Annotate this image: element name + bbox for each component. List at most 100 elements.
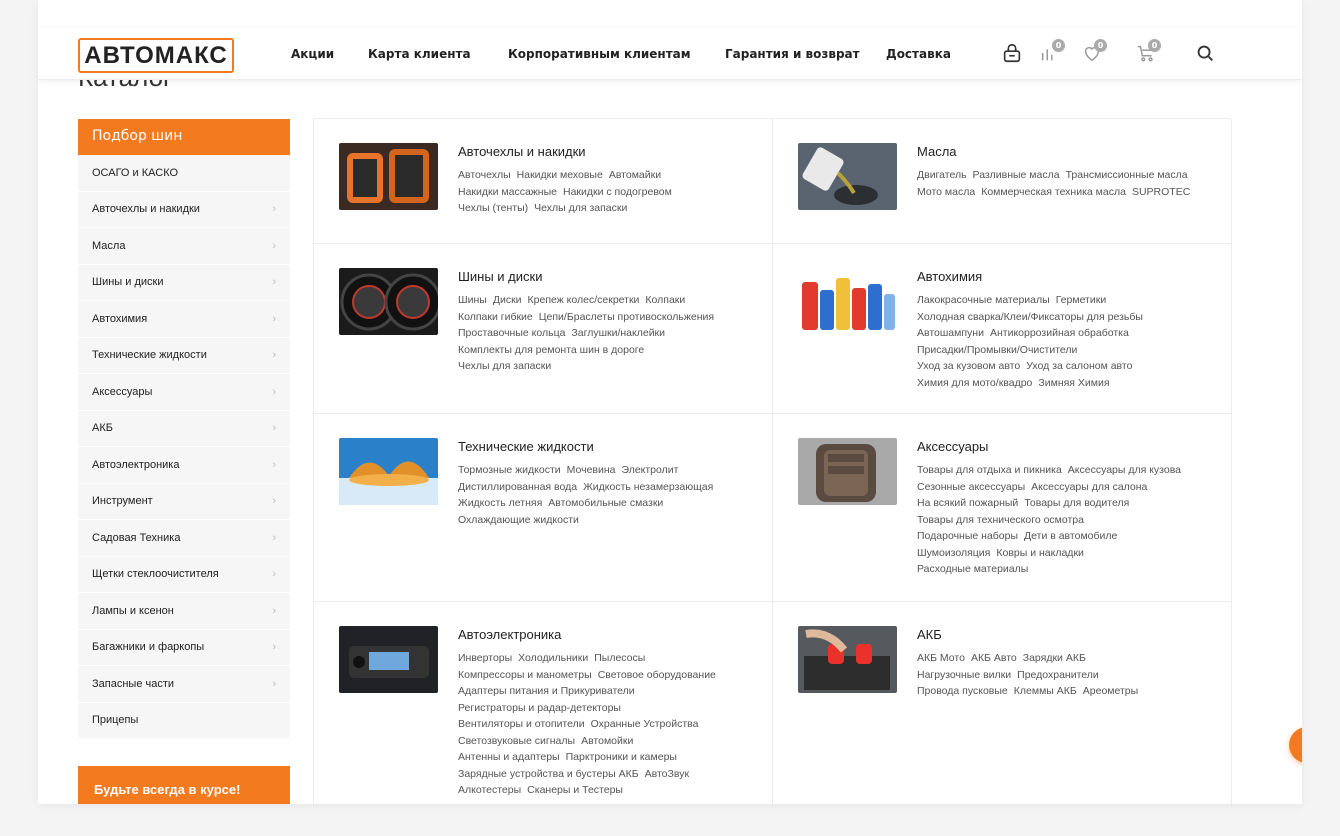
- subcategory-link[interactable]: Холодная сварка/Клеи/Фиксаторы для резьб…: [917, 311, 1143, 323]
- subcategory-link[interactable]: Зарядные устройства и бустеры АКБ: [458, 768, 639, 780]
- subcategory-link[interactable]: Герметики: [1056, 294, 1107, 306]
- sidebar-item[interactable]: Лампы и ксенон ›: [78, 593, 290, 630]
- subcategory-link[interactable]: Предохранители: [1017, 669, 1099, 681]
- search-icon[interactable]: [1194, 42, 1220, 68]
- subcategory-link[interactable]: SUPROTEC: [1132, 186, 1190, 198]
- sidebar-item[interactable]: Аксессуары ›: [78, 374, 290, 411]
- subcategory-link[interactable]: Нагрузочные вилки: [917, 669, 1011, 681]
- logo[interactable]: АВТОМАКС: [78, 38, 234, 73]
- subcategory-link[interactable]: Антенны и адаптеры: [458, 751, 560, 763]
- nav-warranty[interactable]: Гарантия и возврат: [725, 47, 860, 61]
- subcategory-link[interactable]: Чехлы для запаски: [534, 202, 627, 214]
- nav-client-card[interactable]: Карта клиента: [368, 47, 471, 61]
- sidebar-item[interactable]: Технические жидкости ›: [78, 338, 290, 374]
- subcategory-link[interactable]: Комплекты для ремонта шин в дороге: [458, 344, 644, 356]
- subcategory-link[interactable]: Чехлы для запаски: [458, 360, 551, 372]
- subcategory-link[interactable]: Тормозные жидкости: [458, 464, 561, 476]
- subcategory-link[interactable]: Охранные Устройства: [591, 718, 699, 730]
- subcategory-link[interactable]: Вентиляторы и отопители: [458, 718, 585, 730]
- subcategory-link[interactable]: Расходные материалы: [917, 563, 1028, 575]
- subcategory-link[interactable]: Авточехлы: [458, 169, 511, 181]
- subcategory-link[interactable]: Мочевина: [567, 464, 616, 476]
- subcategory-link[interactable]: Зимняя Химия: [1038, 377, 1109, 389]
- subcategory-link[interactable]: Накидки массажные: [458, 186, 557, 198]
- subcategory-link[interactable]: Шины: [458, 294, 487, 306]
- sidebar-item[interactable]: Шины и диски ›: [78, 265, 290, 301]
- subcategory-link[interactable]: Парктроники и камеры: [566, 751, 677, 763]
- subcategory-link[interactable]: Колпаки гибкие: [458, 311, 533, 323]
- category-title[interactable]: Автохимия: [917, 269, 982, 284]
- compare-icon[interactable]: 0: [1039, 39, 1065, 68]
- sidebar-item[interactable]: Автохимия ›: [78, 301, 290, 338]
- cart-icon[interactable]: 0: [1135, 39, 1161, 68]
- sidebar-item[interactable]: ОСАГО и КАСКО: [78, 155, 290, 192]
- subcategory-link[interactable]: Регистраторы и радар-детекторы: [458, 702, 621, 714]
- subcategory-link[interactable]: Аксессуары для кузова: [1068, 464, 1181, 476]
- subcategory-link[interactable]: Шумоизоляция: [917, 547, 990, 559]
- category-title[interactable]: Аксессуары: [917, 439, 988, 454]
- subcategory-link[interactable]: Электролит: [622, 464, 679, 476]
- subcategory-link[interactable]: Проставочные кольца: [458, 327, 565, 339]
- subcategory-link[interactable]: АКБ Мото: [917, 652, 965, 664]
- subcategory-link[interactable]: Уход за кузовом авто: [917, 360, 1020, 372]
- oil-image[interactable]: [798, 143, 897, 210]
- subcategory-link[interactable]: Цепи/Браслеты противоскольжения: [539, 311, 714, 323]
- subcategory-link[interactable]: Автомойки: [581, 735, 633, 747]
- category-title[interactable]: Масла: [917, 144, 957, 159]
- scroll-top-button[interactable]: [1289, 727, 1302, 763]
- subcategory-link[interactable]: Алкотестеры: [458, 784, 521, 796]
- subcategory-link[interactable]: Химия для мото/квадро: [917, 377, 1032, 389]
- subcategory-link[interactable]: Заглушки/наклейки: [571, 327, 665, 339]
- subcategory-link[interactable]: Подарочные наборы: [917, 530, 1018, 542]
- subcategory-link[interactable]: На всякий пожарный: [917, 497, 1018, 509]
- subcategory-link[interactable]: Дети в автомобиле: [1024, 530, 1117, 542]
- subcategory-link[interactable]: Ковры и накладки: [996, 547, 1084, 559]
- chemicals-image[interactable]: [798, 268, 897, 335]
- subcategory-link[interactable]: Диски: [493, 294, 522, 306]
- lock-icon[interactable]: [1001, 42, 1027, 68]
- category-title[interactable]: АКБ: [917, 627, 942, 642]
- category-title[interactable]: Шины и диски: [458, 269, 542, 284]
- sidebar-item[interactable]: АКБ ›: [78, 411, 290, 447]
- sidebar-item[interactable]: Масла ›: [78, 228, 290, 265]
- subcategory-link[interactable]: Коммерческая техника масла: [981, 186, 1126, 198]
- subcategory-link[interactable]: Дистиллированная вода: [458, 481, 577, 493]
- seat-covers-image[interactable]: [339, 143, 438, 210]
- subcategory-link[interactable]: Жидкость летняя: [458, 497, 542, 509]
- subcategory-link[interactable]: Товары для отдыха и пикника: [917, 464, 1062, 476]
- subcategory-link[interactable]: Клеммы АКБ: [1014, 685, 1077, 697]
- subcategory-link[interactable]: Адаптеры питания и Прикуриватели: [458, 685, 635, 697]
- nav-delivery[interactable]: Доставка: [886, 47, 951, 61]
- subcategory-link[interactable]: Компрессоры и манометры: [458, 669, 592, 681]
- heart-icon[interactable]: 0: [1081, 39, 1107, 68]
- sidebar-item[interactable]: Щетки стеклоочистителя ›: [78, 557, 290, 593]
- subcategory-link[interactable]: Охлаждающие жидкости: [458, 514, 579, 526]
- fluids-image[interactable]: [339, 438, 438, 505]
- newsletter-promo[interactable]: Будьте всегда в курсе!: [78, 766, 290, 804]
- subcategory-link[interactable]: Колпаки: [645, 294, 685, 306]
- subcategory-link[interactable]: Присадки/Промывки/Очистители: [917, 344, 1077, 356]
- accessories-image[interactable]: [798, 438, 897, 505]
- category-title[interactable]: Авточехлы и накидки: [458, 144, 586, 159]
- sidebar-item[interactable]: Запасные части ›: [78, 666, 290, 703]
- subcategory-link[interactable]: Чехлы (тенты): [458, 202, 528, 214]
- subcategory-link[interactable]: Мото масла: [917, 186, 975, 198]
- sidebar-item[interactable]: Инструмент ›: [78, 484, 290, 520]
- subcategory-link[interactable]: Накидки с подогревом: [563, 186, 672, 198]
- subcategory-link[interactable]: Накидки меховые: [517, 169, 603, 181]
- subcategory-link[interactable]: Сканеры и Тестеры: [527, 784, 623, 796]
- subcategory-link[interactable]: Аксессуары для салона: [1031, 481, 1147, 493]
- sidebar-item[interactable]: Авточехлы и накидки ›: [78, 192, 290, 228]
- subcategory-link[interactable]: Зарядки АКБ: [1023, 652, 1086, 664]
- nav-corporate[interactable]: Корпоративным клиентам: [508, 47, 691, 61]
- subcategory-link[interactable]: Трансмиссионные масла: [1066, 169, 1188, 181]
- subcategory-link[interactable]: Крепеж колес/секретки: [528, 294, 640, 306]
- subcategory-link[interactable]: Товары для технического осмотра: [917, 514, 1084, 526]
- subcategory-link[interactable]: Ареометры: [1083, 685, 1138, 697]
- subcategory-link[interactable]: АКБ Авто: [971, 652, 1017, 664]
- subcategory-link[interactable]: Холодильники: [518, 652, 588, 664]
- subcategory-link[interactable]: Автошампуни: [917, 327, 984, 339]
- battery-image[interactable]: [798, 626, 897, 693]
- electronics-image[interactable]: [339, 626, 438, 693]
- subcategory-link[interactable]: Разливные масла: [973, 169, 1060, 181]
